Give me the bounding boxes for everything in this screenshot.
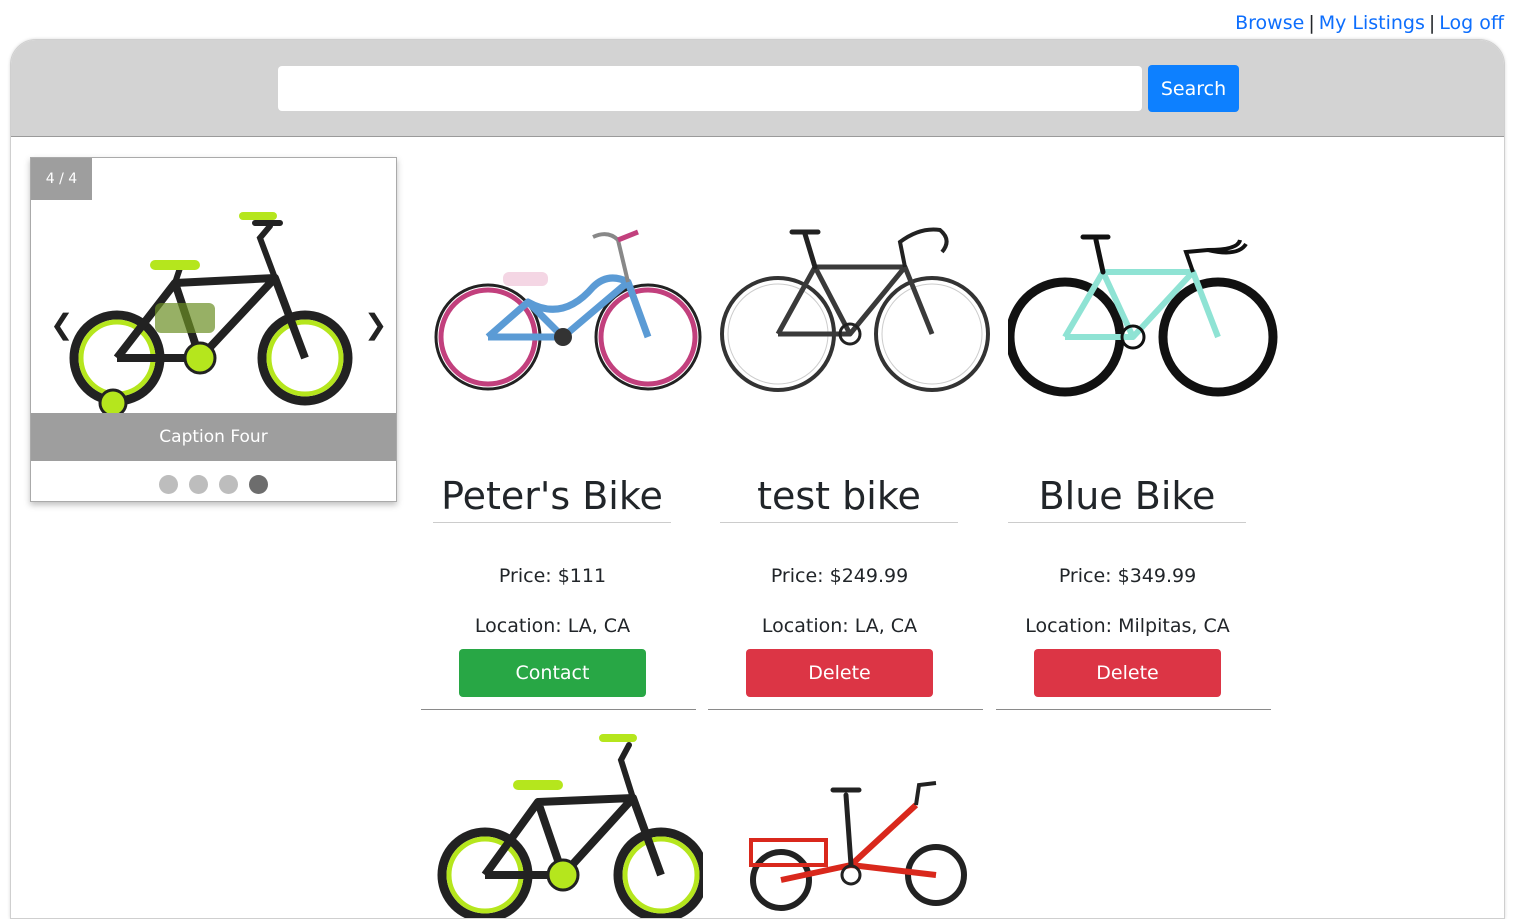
listing-divider — [421, 709, 696, 710]
listing-divider — [708, 709, 983, 710]
carousel-caption: Caption Four — [31, 413, 396, 461]
listing-location: Location: Milpitas, CA — [1025, 615, 1230, 637]
search-bar: Search — [11, 40, 1504, 137]
kids-bike-image — [69, 212, 353, 418]
listing-card: test bike Price: $249.99 Location: LA, C… — [708, 212, 990, 712]
nav-separator: | — [1428, 12, 1436, 34]
carousel-dot[interactable] — [249, 475, 268, 494]
slide-counter: 4 / 4 — [31, 158, 92, 200]
cruiser-bike-image — [434, 229, 702, 391]
listing-price: Price: $111 — [498, 565, 607, 587]
listing-card: Blue Bike Price: $349.99 Location: Milpi… — [996, 212, 1278, 712]
listing-price: Price: $249.99 — [770, 565, 909, 587]
fixie-bike-image — [1008, 234, 1278, 397]
search-button[interactable]: Search — [1148, 65, 1239, 112]
my-listings-link[interactable]: My Listings — [1319, 12, 1425, 34]
listing-price: Price: $349.99 — [1058, 565, 1197, 587]
listing-card: Peter's Bike Price: $111 Location: LA, C… — [421, 212, 702, 712]
carousel-prev-arrow[interactable]: ❮ — [50, 308, 73, 341]
search-input[interactable] — [278, 66, 1142, 111]
cargo-bike-thumbnail — [749, 781, 967, 911]
listing-divider — [996, 709, 1271, 710]
carousel-dot[interactable] — [219, 475, 238, 494]
listing-location: Location: LA, CA — [761, 615, 918, 637]
main-frame: Search 4 / 4 ❮ ❯ Caption Four Peter's Bi… — [10, 39, 1505, 919]
road-bike-image — [720, 227, 990, 392]
carousel-next-arrow[interactable]: ❯ — [364, 308, 387, 341]
listing-title: test bike — [720, 474, 958, 523]
top-nav: Browse | My Listings | Log off — [1235, 12, 1504, 34]
delete-button[interactable]: Delete — [1034, 649, 1221, 697]
kids-bike-thumbnail — [437, 734, 703, 918]
carousel-dots — [31, 475, 396, 494]
nav-separator: | — [1308, 12, 1315, 34]
contact-button[interactable]: Contact — [459, 649, 646, 697]
listing-title: Blue Bike — [1008, 474, 1246, 523]
browse-link[interactable]: Browse — [1235, 12, 1304, 34]
listing-title: Peter's Bike — [433, 474, 671, 523]
image-carousel: 4 / 4 ❮ ❯ Caption Four — [30, 157, 397, 502]
listing-location: Location: LA, CA — [474, 615, 631, 637]
carousel-dot[interactable] — [189, 475, 208, 494]
log-off-link[interactable]: Log off — [1439, 12, 1504, 34]
carousel-dot[interactable] — [159, 475, 178, 494]
delete-button[interactable]: Delete — [746, 649, 933, 697]
